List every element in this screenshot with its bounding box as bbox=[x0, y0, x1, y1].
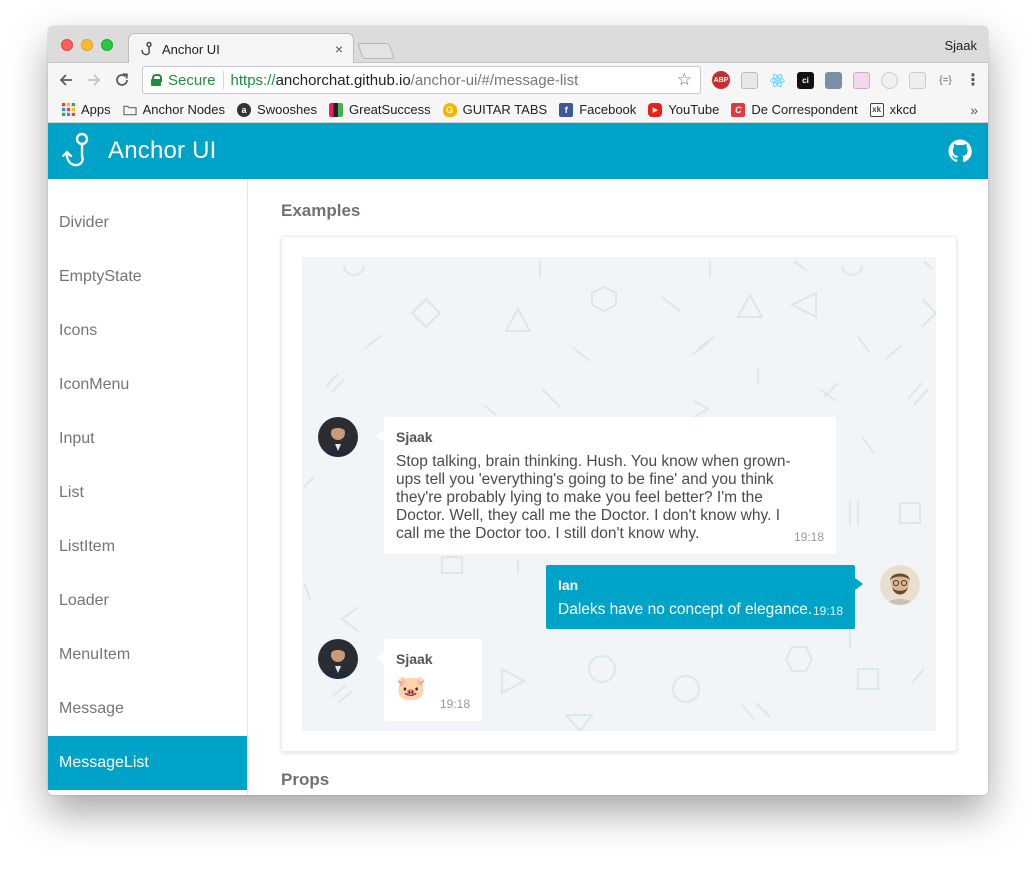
bookmark-label: Apps bbox=[81, 102, 111, 117]
address-bar[interactable]: Secure https://anchorchat.github.io/anch… bbox=[142, 66, 701, 94]
tab-close-icon[interactable]: × bbox=[335, 41, 343, 57]
bookmark-label: Facebook bbox=[579, 102, 637, 117]
sidebar-item-input[interactable]: Input bbox=[48, 412, 247, 466]
secure-label: Secure bbox=[168, 71, 216, 89]
bookmark-facebook[interactable]: f Facebook bbox=[559, 102, 636, 117]
youtube-icon: ▶ bbox=[648, 102, 663, 117]
sidebar-item-emptystate[interactable]: EmptyState bbox=[48, 250, 247, 304]
url-path: /anchor-ui/#/message-list bbox=[410, 71, 579, 89]
sidebar-item-messagelist[interactable]: MessageList bbox=[48, 736, 247, 790]
tab-title: Anchor UI bbox=[162, 41, 220, 57]
avatar[interactable] bbox=[318, 639, 358, 679]
message-bubble: Sjaak Stop talking, brain thinking. Hush… bbox=[376, 417, 836, 554]
back-arrow-icon[interactable] bbox=[54, 68, 78, 92]
props-heading: Props bbox=[281, 770, 330, 789]
close-window-button[interactable] bbox=[61, 39, 73, 51]
xkcd-icon: xk bbox=[869, 102, 884, 117]
github-icon[interactable] bbox=[948, 139, 972, 163]
message-list: Sjaak Stop talking, brain thinking. Hush… bbox=[302, 257, 936, 731]
zoom-window-button[interactable] bbox=[101, 39, 113, 51]
sidebar-item-icons[interactable]: Icons bbox=[48, 304, 247, 358]
browser-window: Anchor UI × Sjaak Secure https://anchorc… bbox=[48, 26, 988, 795]
guitar-tabs-icon: G bbox=[442, 102, 457, 117]
bookmark-greatsuccess[interactable]: GreatSuccess bbox=[329, 102, 431, 117]
bookmark-label: Swooshes bbox=[257, 102, 318, 117]
bookmark-youtube[interactable]: ▶ YouTube bbox=[648, 102, 719, 117]
sidebar-item-list[interactable]: List bbox=[48, 466, 247, 520]
bookmark-label: GUITAR TABS bbox=[462, 102, 548, 117]
message-sender: Sjaak bbox=[396, 651, 433, 667]
avatar[interactable] bbox=[318, 417, 358, 457]
sidebar-item-divider[interactable]: Divider bbox=[48, 196, 247, 250]
profile-name[interactable]: Sjaak bbox=[944, 38, 977, 53]
bookmark-label: Anchor Nodes bbox=[142, 102, 226, 117]
url-scheme: https:// bbox=[230, 71, 276, 89]
tab-strip: Anchor UI × Sjaak bbox=[48, 26, 988, 64]
message-time: 19:18 bbox=[793, 530, 824, 544]
message-body: Daleks have no concept of elegance. bbox=[558, 601, 813, 618]
apps-grid-icon bbox=[61, 103, 75, 117]
new-tab-button[interactable] bbox=[357, 43, 395, 59]
url-host: anchorchat.github.io bbox=[275, 71, 411, 89]
unicorn-icon[interactable] bbox=[853, 71, 870, 89]
bookmark-swooshes[interactable]: a Swooshes bbox=[237, 102, 317, 117]
address-divider bbox=[222, 71, 224, 89]
bookmark-anchor-nodes[interactable]: Anchor Nodes bbox=[123, 102, 225, 117]
browser-tab[interactable]: Anchor UI × bbox=[128, 33, 354, 64]
reload-icon[interactable] bbox=[110, 68, 134, 92]
examples-heading: Examples bbox=[281, 201, 361, 220]
sidebar-item-loader[interactable]: Loader bbox=[48, 574, 247, 628]
message-time: 19:18 bbox=[812, 604, 843, 618]
message-time: 19:18 bbox=[439, 697, 470, 711]
folder-icon bbox=[123, 103, 137, 117]
message-bubble: Sjaak 🐷 19:18 bbox=[376, 639, 482, 721]
app-title: Anchor UI bbox=[108, 137, 217, 164]
qr-icon[interactable] bbox=[741, 71, 758, 89]
sidebar: Divider EmptyState Icons IconMenu Input … bbox=[48, 179, 248, 795]
swoosh-icon: a bbox=[237, 102, 252, 117]
message-sender: Sjaak bbox=[396, 429, 433, 445]
message-body: Stop talking, brain thinking. Hush. You … bbox=[396, 453, 791, 542]
forward-arrow-icon[interactable] bbox=[82, 68, 106, 92]
bookmark-apps[interactable]: Apps bbox=[61, 102, 111, 117]
bookmark-label: De Correspondent bbox=[751, 102, 858, 117]
bookmark-de-correspondent[interactable]: C De Correspondent bbox=[731, 102, 858, 117]
menu-dots-icon[interactable]: ⋮ bbox=[965, 70, 981, 90]
bookmark-label: GreatSuccess bbox=[349, 102, 431, 117]
sidebar-item-listitem[interactable]: ListItem bbox=[48, 520, 247, 574]
react-icon[interactable] bbox=[769, 72, 786, 89]
sidebar-item-menuitem[interactable]: MenuItem bbox=[48, 628, 247, 682]
bookmarks-overflow-button[interactable]: » bbox=[970, 102, 978, 118]
example-card: Sjaak Stop talking, brain thinking. Hush… bbox=[281, 236, 957, 752]
puzzle-icon[interactable] bbox=[825, 71, 842, 89]
anchor-icon bbox=[141, 41, 152, 56]
browser-toolbar: Secure https://anchorchat.github.io/anch… bbox=[48, 63, 988, 97]
bookmark-star-icon[interactable]: ☆ bbox=[677, 70, 692, 90]
window-icon[interactable] bbox=[909, 71, 926, 89]
main-content: Examples Sjaak Stop talking, brain think… bbox=[249, 179, 988, 795]
message-sender: Ian bbox=[558, 577, 579, 593]
facebook-icon: f bbox=[559, 102, 574, 117]
avatar[interactable] bbox=[880, 565, 920, 605]
json-icon[interactable]: {=} bbox=[937, 72, 954, 89]
decorrespondent-icon: C bbox=[731, 102, 746, 117]
adblock-icon[interactable]: ABP bbox=[712, 71, 730, 89]
bookmark-label: YouTube bbox=[668, 102, 720, 117]
bookmark-guitar-tabs[interactable]: G GUITAR TABS bbox=[442, 102, 548, 117]
app-header: Anchor UI bbox=[48, 123, 988, 179]
bookmark-xkcd[interactable]: xk xkcd bbox=[869, 102, 917, 117]
minimize-window-button[interactable] bbox=[81, 39, 93, 51]
timer-icon[interactable] bbox=[881, 71, 898, 89]
sidebar-item-iconmenu[interactable]: IconMenu bbox=[48, 358, 247, 412]
anchor-logo-icon[interactable] bbox=[62, 132, 94, 170]
lock-icon bbox=[151, 74, 162, 86]
ci-icon[interactable]: ci bbox=[797, 71, 814, 89]
bookmark-label: xkcd bbox=[889, 102, 917, 117]
message-bubble-own: Ian Daleks have no concept of elegance. … bbox=[546, 565, 863, 629]
greatsuccess-icon bbox=[329, 102, 344, 117]
sidebar-item-message[interactable]: Message bbox=[48, 682, 247, 736]
bookmarks-bar: Apps Anchor Nodes a Swooshes GreatSucces… bbox=[48, 97, 988, 123]
